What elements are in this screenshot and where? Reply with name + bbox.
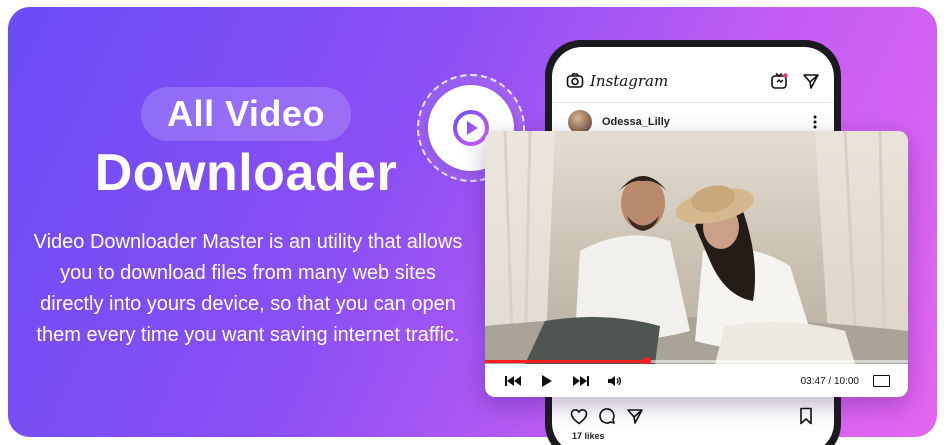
volume-button[interactable]: [605, 371, 625, 391]
time-display: 03:47 / 10:00: [800, 375, 859, 387]
post-actions: [570, 405, 814, 427]
app-name: Instagram: [590, 72, 669, 90]
instagram-top-bar: Instagram: [566, 69, 820, 93]
play-icon: [542, 375, 552, 387]
camera-icon[interactable]: [566, 72, 584, 90]
skip-back-icon: [505, 376, 521, 386]
more-options-icon[interactable]: [812, 115, 818, 129]
skip-forward-button[interactable]: [571, 371, 591, 391]
video-frame[interactable]: [485, 131, 908, 364]
username[interactable]: Odessa_Lilly: [602, 116, 670, 128]
skip-back-button[interactable]: [503, 371, 523, 391]
page-title: Downloader: [94, 144, 398, 202]
volume-icon: [608, 376, 622, 386]
progress-handle[interactable]: [641, 357, 651, 364]
video-player: 03:47 / 10:00: [485, 131, 908, 397]
couple-photo: [485, 131, 908, 364]
fullscreen-icon[interactable]: [873, 375, 890, 387]
bookmark-icon[interactable]: [798, 407, 814, 425]
progress-fill: [485, 360, 646, 363]
divider: [552, 102, 834, 103]
title-pill: All Video: [141, 87, 351, 141]
direct-message-icon[interactable]: [802, 72, 820, 90]
share-icon[interactable]: [626, 407, 644, 425]
heart-icon[interactable]: [570, 408, 588, 425]
skip-forward-icon: [573, 376, 589, 386]
description-text: Video Downloader Master is an utility th…: [33, 231, 463, 346]
likes-count: 17 likes: [572, 431, 605, 441]
progress-bar[interactable]: [485, 357, 908, 364]
play-button[interactable]: [537, 371, 557, 391]
comment-icon[interactable]: [598, 407, 616, 425]
igtv-icon[interactable]: [770, 72, 788, 90]
player-controls: 03:47 / 10:00: [485, 365, 908, 397]
